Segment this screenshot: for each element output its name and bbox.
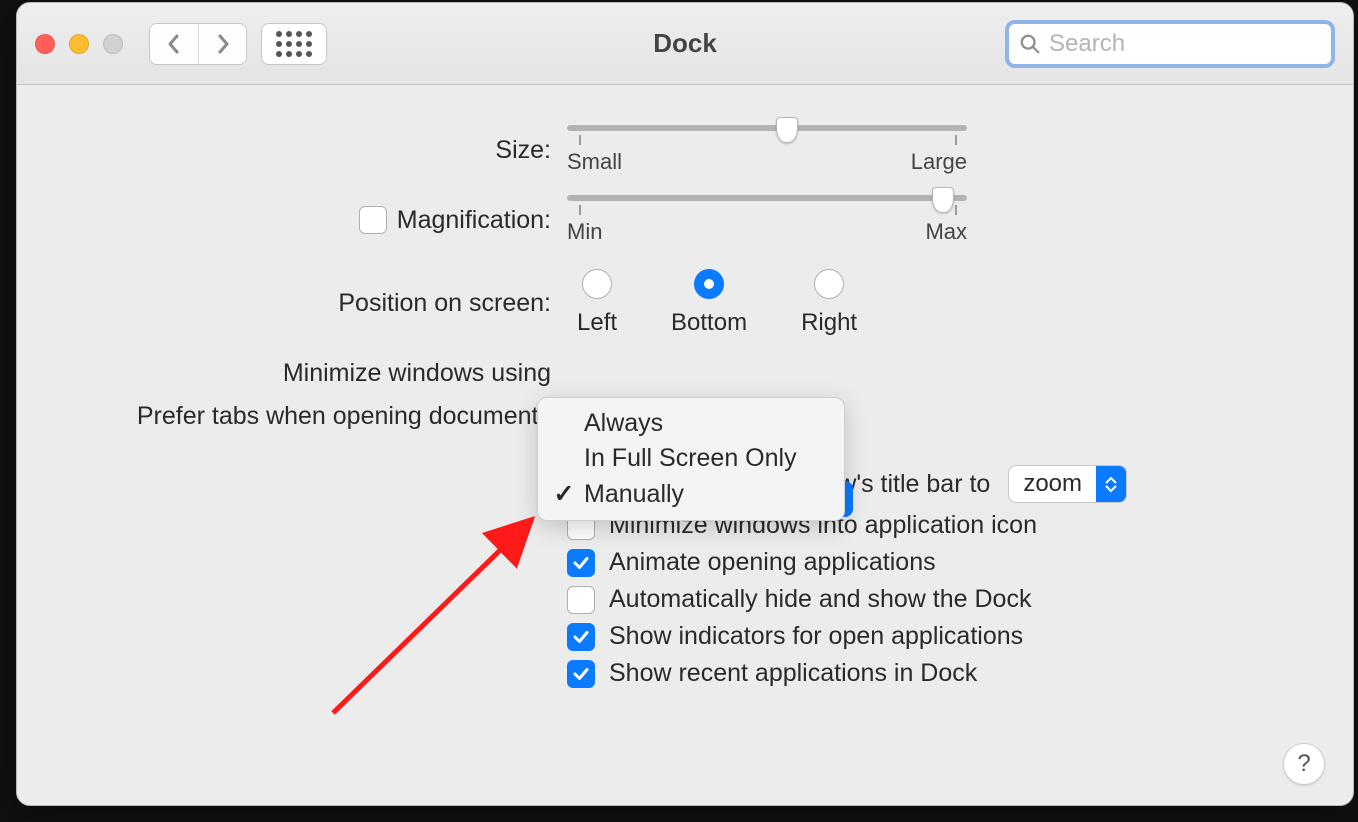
menu-item-full-screen[interactable]: In Full Screen Only: [538, 441, 844, 476]
back-button[interactable]: [150, 24, 198, 64]
size-slider-thumb[interactable]: [776, 117, 798, 143]
magnification-checkbox[interactable]: [359, 206, 387, 234]
minimize-window-button[interactable]: [69, 34, 89, 54]
size-min-label: Small: [567, 149, 622, 175]
size-slider[interactable]: Small Large: [567, 125, 967, 175]
zoom-window-button[interactable]: [103, 34, 123, 54]
help-label: ?: [1297, 750, 1310, 778]
menu-item-manually-label: Manually: [584, 480, 684, 509]
close-window-button[interactable]: [35, 34, 55, 54]
search-icon: [1019, 33, 1041, 55]
recent-apps-checkbox[interactable]: [567, 660, 595, 688]
animate-opening-label: Animate opening applications: [609, 548, 936, 577]
forward-button[interactable]: [198, 24, 246, 64]
position-right-radio[interactable]: [814, 269, 844, 299]
recent-apps-label: Show recent applications in Dock: [609, 659, 977, 688]
menu-item-always-label: Always: [584, 409, 663, 438]
mag-max-label: Max: [925, 219, 967, 245]
prefer-tabs-label: Prefer tabs when opening documents: [57, 402, 567, 431]
autohide-checkbox[interactable]: [567, 586, 595, 614]
position-bottom-label: Bottom: [671, 309, 747, 337]
position-left-label: Left: [577, 309, 617, 337]
position-left-radio[interactable]: [582, 269, 612, 299]
position-radio-group: Left Bottom Right: [567, 269, 857, 337]
titlebar: Dock: [17, 3, 1353, 85]
size-max-label: Large: [911, 149, 967, 175]
search-field[interactable]: [1005, 20, 1335, 68]
traffic-lights: [35, 34, 123, 54]
autohide-label: Automatically hide and show the Dock: [609, 585, 1031, 614]
minimize-using-label: Minimize windows using: [57, 359, 567, 388]
dropdown-arrows-icon: [1096, 466, 1126, 502]
prefer-tabs-menu: Always In Full Screen Only ✓ Manually: [537, 397, 845, 521]
show-all-button[interactable]: [261, 23, 327, 65]
magnification-label: Magnification:: [397, 206, 551, 235]
menu-item-always[interactable]: Always: [538, 406, 844, 441]
chevron-right-icon: [215, 33, 231, 55]
mag-min-label: Min: [567, 219, 602, 245]
double-click-action-dropdown[interactable]: zoom: [1008, 465, 1127, 503]
nav-segmented: [149, 23, 247, 65]
menu-item-full-screen-label: In Full Screen Only: [584, 444, 797, 473]
menu-item-manually[interactable]: ✓ Manually: [538, 476, 844, 512]
help-button[interactable]: ?: [1283, 743, 1325, 785]
position-right-label: Right: [801, 309, 857, 337]
position-bottom-radio[interactable]: [694, 269, 724, 299]
content: Size: Small Large Mag: [17, 85, 1353, 716]
check-icon: ✓: [552, 479, 576, 509]
search-input[interactable]: [1047, 29, 1354, 59]
grid-icon: [276, 31, 312, 57]
animate-opening-checkbox[interactable]: [567, 549, 595, 577]
position-label: Position on screen:: [57, 289, 567, 318]
double-click-action-value: zoom: [1009, 470, 1096, 498]
indicators-label: Show indicators for open applications: [609, 622, 1023, 651]
dock-preferences-window: Dock Size: Small Large: [16, 2, 1354, 806]
chevron-left-icon: [166, 33, 182, 55]
indicators-checkbox[interactable]: [567, 623, 595, 651]
size-label: Size:: [57, 136, 567, 165]
magnification-slider[interactable]: Min Max: [567, 195, 967, 245]
magnification-slider-thumb[interactable]: [932, 187, 954, 213]
